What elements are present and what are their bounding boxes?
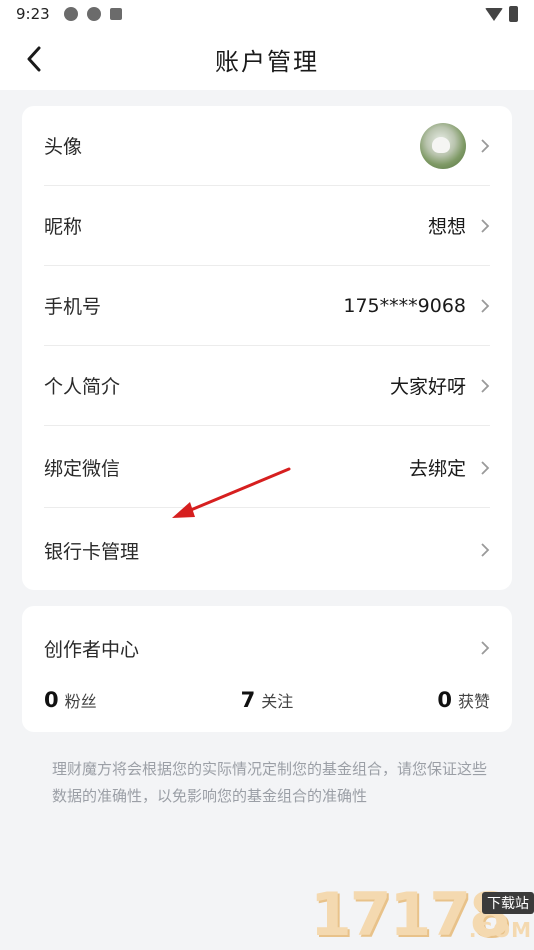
chevron-right-icon	[481, 378, 490, 393]
avatar-row-right	[420, 122, 490, 169]
creator-card: 创作者中心 0 粉丝 7 关注 0 获赞	[22, 606, 512, 732]
back-button[interactable]	[20, 44, 48, 74]
chevron-right-icon	[481, 298, 490, 313]
wechat-row[interactable]: 绑定微信 去绑定	[44, 428, 490, 508]
wechat-row-right: 去绑定	[409, 454, 490, 481]
nickname-row-right: 想想	[428, 212, 490, 239]
fans-stat[interactable]: 0 粉丝	[44, 688, 97, 712]
likes-count: 0	[437, 688, 452, 712]
chevron-right-icon	[481, 641, 490, 655]
data-accuracy-note: 理财魔方将会根据您的实际情况定制您的基金组合，请您保证这些数据的准确性，以免影响…	[52, 760, 488, 805]
watermark-suffix: .COM	[468, 918, 532, 942]
avatar	[420, 122, 466, 169]
chevron-right-icon	[481, 218, 490, 233]
avatar-label: 头像	[44, 136, 83, 158]
status-right	[485, 6, 518, 22]
likes-stat[interactable]: 0 获赞	[437, 688, 490, 712]
wechat-bind-value: 去绑定	[408, 458, 466, 480]
profile-card: 头像 昵称 想想 手机号 175****9068 个人简介 大家好呀 绑定微信 …	[22, 106, 512, 590]
nickname-row[interactable]: 昵称 想想	[44, 186, 490, 266]
watermark-tag: 下载站	[482, 892, 534, 914]
nav-bar: 账户管理	[0, 28, 534, 90]
bio-label: 个人简介	[44, 376, 121, 398]
back-arrow-icon	[27, 46, 41, 72]
bio-value: 大家好呀	[389, 376, 466, 398]
creator-stats: 0 粉丝 7 关注 0 获赞	[44, 682, 490, 718]
phone-label: 手机号	[44, 296, 102, 318]
likes-label: 获赞	[457, 692, 490, 711]
creator-center-row[interactable]: 创作者中心	[44, 628, 490, 668]
creator-row-right	[480, 640, 490, 656]
fans-label: 粉丝	[64, 692, 97, 711]
bio-row[interactable]: 个人简介 大家好呀	[44, 346, 490, 426]
avatar-row[interactable]: 头像	[44, 106, 490, 186]
bank-card-row-right	[480, 542, 490, 558]
nickname-value: 想想	[427, 216, 466, 238]
wifi-icon	[485, 7, 503, 21]
chevron-right-icon	[481, 138, 490, 153]
page-title: 账户管理	[215, 47, 319, 76]
chevron-right-icon	[481, 460, 490, 475]
fans-count: 0	[44, 688, 59, 712]
bank-card-row[interactable]: 银行卡管理	[44, 510, 490, 590]
app-notification-icon	[63, 7, 78, 21]
bio-row-right: 大家好呀	[390, 372, 490, 399]
status-bar: 9:23	[0, 0, 534, 28]
creator-center-label: 创作者中心	[44, 638, 140, 661]
app-notification-icon	[86, 7, 101, 21]
app-store-icon	[109, 8, 122, 20]
follow-count: 7	[240, 688, 256, 712]
follow-stat[interactable]: 7 关注	[241, 688, 294, 712]
chevron-right-icon	[481, 543, 490, 557]
phone-row[interactable]: 手机号 175****9068	[44, 266, 490, 346]
phone-value: 175****9068	[343, 294, 466, 317]
battery-icon	[509, 6, 518, 22]
watermark-logo: 17178 下载站 .COM	[308, 880, 534, 950]
bank-card-label: 银行卡管理	[44, 540, 140, 563]
phone-row-right: 175****9068	[343, 295, 490, 317]
nickname-label: 昵称	[44, 216, 83, 238]
status-time: 9:23	[16, 5, 50, 23]
follow-label: 关注	[261, 692, 294, 711]
wechat-label: 绑定微信	[44, 458, 121, 480]
